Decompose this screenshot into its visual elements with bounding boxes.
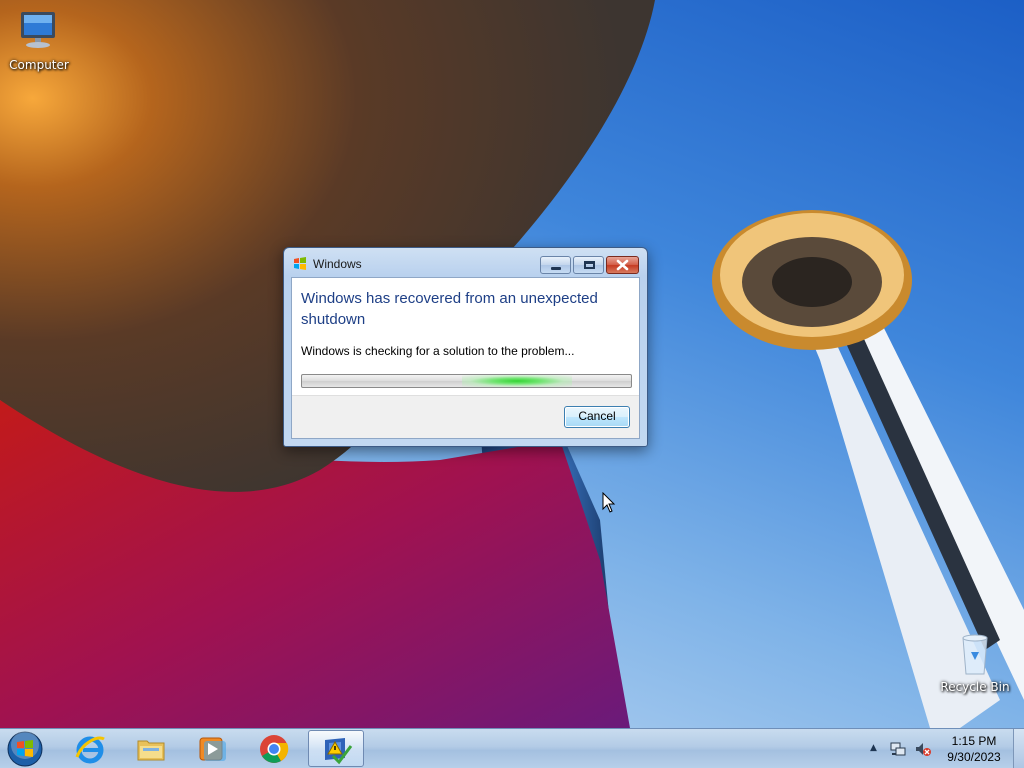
volume-muted-icon[interactable] bbox=[914, 740, 932, 758]
action-center-flag-icon bbox=[325, 738, 353, 765]
desktop-icon-computer[interactable]: Computer bbox=[1, 8, 77, 72]
folder-icon bbox=[137, 740, 165, 761]
media-player-icon bbox=[199, 737, 226, 761]
network-icon[interactable] bbox=[889, 740, 907, 758]
close-icon bbox=[616, 259, 629, 271]
desktop-icon-label: Computer bbox=[9, 58, 69, 72]
minimize-icon bbox=[551, 267, 561, 270]
show-desktop-button[interactable] bbox=[1013, 729, 1024, 768]
dialog-title: Windows bbox=[313, 257, 362, 271]
desktop-icon-label: Recycle Bin bbox=[940, 680, 1010, 694]
taskbar-action-center[interactable] bbox=[308, 730, 364, 767]
minimize-button[interactable] bbox=[540, 256, 571, 274]
clock-date: 9/30/2023 bbox=[947, 750, 1001, 764]
taskbar: ▲ 1:15 PM 9/30/2023 bbox=[0, 728, 1024, 768]
maximize-button[interactable] bbox=[573, 256, 604, 274]
dialog-content: Windows has recovered from an unexpected… bbox=[291, 277, 640, 439]
close-button[interactable] bbox=[606, 256, 639, 274]
start-button[interactable] bbox=[5, 730, 45, 768]
recovery-dialog: Windows Windows has recovered from an un… bbox=[283, 247, 648, 447]
taskbar-chrome[interactable] bbox=[246, 730, 302, 767]
computer-icon bbox=[15, 8, 63, 56]
taskbar-internet-explorer[interactable] bbox=[62, 730, 118, 767]
dialog-footer: Cancel bbox=[292, 395, 639, 438]
taskbar-clock[interactable]: 1:15 PM 9/30/2023 bbox=[941, 733, 1007, 765]
mouse-cursor-icon bbox=[602, 491, 616, 514]
progress-marquee bbox=[462, 375, 572, 387]
progress-bar bbox=[301, 374, 632, 388]
desktop-icon-recycle-bin[interactable]: Recycle Bin bbox=[937, 630, 1013, 694]
recycle-bin-icon bbox=[951, 630, 999, 678]
clock-time: 1:15 PM bbox=[951, 734, 997, 748]
show-hidden-icons-arrow[interactable]: ▲ bbox=[870, 743, 877, 753]
internet-explorer-icon bbox=[75, 736, 105, 764]
taskbar-media-player[interactable] bbox=[184, 730, 240, 767]
content-text: Windows is checking for a solution to th… bbox=[301, 344, 575, 358]
cancel-button[interactable]: Cancel bbox=[564, 406, 630, 428]
dialog-titlebar[interactable]: Windows bbox=[284, 248, 647, 278]
maximize-icon bbox=[584, 261, 595, 269]
windows-flag-icon bbox=[292, 256, 308, 272]
chrome-icon bbox=[260, 735, 289, 763]
taskbar-windows-explorer[interactable] bbox=[123, 730, 179, 767]
main-instruction: Windows has recovered from an unexpected… bbox=[301, 290, 598, 328]
start-orb-icon bbox=[7, 731, 43, 767]
